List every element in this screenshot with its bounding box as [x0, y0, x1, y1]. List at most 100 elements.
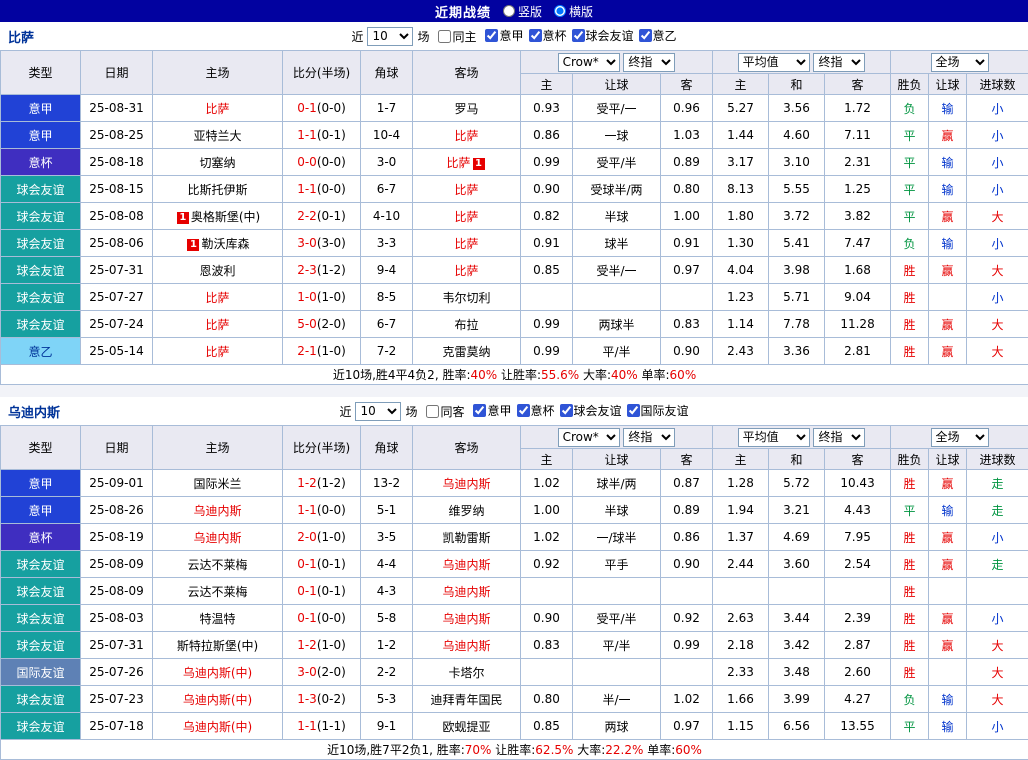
- league-checkbox[interactable]: [627, 404, 640, 417]
- league-checkbox[interactable]: [639, 29, 652, 42]
- home-team-cell: 斯特拉斯堡(中): [153, 632, 283, 659]
- avg-time-select[interactable]: 终指: [813, 428, 865, 447]
- league-filter[interactable]: 意杯: [524, 27, 567, 44]
- same-venue-filter[interactable]: 同客: [421, 403, 464, 420]
- halftime-score: (1-0): [317, 344, 346, 358]
- halftime-score: (0-0): [317, 155, 346, 169]
- league-checkbox[interactable]: [473, 404, 486, 417]
- halftime-score: (0-1): [317, 584, 346, 598]
- match-row: 球会友谊25-08-03特温特0-1(0-0)5-8乌迪内斯0.90受平/半0.…: [1, 605, 1028, 632]
- league-filter[interactable]: 球会友谊: [555, 402, 622, 419]
- avg-type-select[interactable]: 平均值: [738, 53, 810, 72]
- odds-handicap: [573, 659, 661, 686]
- avg-away: 7.11: [825, 122, 891, 149]
- result-wdl: 胜: [891, 632, 929, 659]
- match-type: 球会友谊: [1, 284, 81, 311]
- avg-home: 1.15: [713, 713, 769, 740]
- avg-home: 8.13: [713, 176, 769, 203]
- league-filter[interactable]: 意甲: [468, 402, 511, 419]
- odds-company-select[interactable]: Crow*: [558, 53, 620, 72]
- league-label: 意甲: [487, 402, 511, 419]
- result-goals: 小: [967, 524, 1028, 551]
- result-wdl: 胜: [891, 659, 929, 686]
- home-team-cell: 比萨: [153, 338, 283, 365]
- odds-away: 0.92: [661, 605, 713, 632]
- league-checkbox[interactable]: [572, 29, 585, 42]
- scope-select[interactable]: 全场: [931, 428, 989, 447]
- sub-goals-header: 进球数: [967, 449, 1028, 470]
- recent-count-select[interactable]: 10: [367, 27, 413, 46]
- halftime-score: (0-0): [317, 503, 346, 517]
- match-date: 25-08-06: [81, 230, 153, 257]
- result-wdl: 胜: [891, 311, 929, 338]
- avg-home: 1.28: [713, 470, 769, 497]
- team-label: 比萨: [454, 237, 478, 251]
- fulltime-score: 1-1: [297, 503, 317, 517]
- league-checkbox[interactable]: [517, 404, 530, 417]
- fulltime-score: 3-0: [297, 665, 317, 679]
- odds-company-select[interactable]: Crow*: [558, 428, 620, 447]
- result-wdl: 负: [891, 686, 929, 713]
- odds-away: [661, 284, 713, 311]
- odds-handicap: 半/一: [573, 686, 661, 713]
- team-label: 卡塔尔: [448, 666, 484, 680]
- team-name: 比萨: [8, 27, 34, 46]
- red-card-badge: 1: [473, 158, 485, 170]
- league-checkbox[interactable]: [529, 29, 542, 42]
- team-label: 乌迪内斯(中): [183, 666, 252, 680]
- league-filter[interactable]: 国际友谊: [622, 402, 689, 419]
- sub-wdl-header: 胜负: [891, 449, 929, 470]
- match-date: 25-08-18: [81, 149, 153, 176]
- halftime-score: (0-0): [317, 611, 346, 625]
- match-type: 球会友谊: [1, 257, 81, 284]
- halftime-score: (2-0): [317, 665, 346, 679]
- team-label: 比萨: [454, 129, 478, 143]
- fulltime-score: 0-1: [297, 584, 317, 598]
- same-venue-checkbox[interactable]: [438, 30, 451, 43]
- same-venue-checkbox[interactable]: [426, 405, 439, 418]
- summary-value: 22.2%: [605, 743, 643, 757]
- odds-time-select[interactable]: 终指: [623, 428, 675, 447]
- summary-value: 60%: [675, 743, 702, 757]
- avg-away: 7.95: [825, 524, 891, 551]
- match-type: 球会友谊: [1, 713, 81, 740]
- same-venue-filter[interactable]: 同主: [433, 28, 476, 45]
- result-handicap: [929, 659, 967, 686]
- odds-home: [521, 284, 573, 311]
- match-type: 意甲: [1, 122, 81, 149]
- match-date: 25-08-31: [81, 95, 153, 122]
- home-team-cell: 比斯托伊斯: [153, 176, 283, 203]
- fulltime-score: 0-0: [297, 155, 317, 169]
- match-date: 25-07-18: [81, 713, 153, 740]
- league-filter[interactable]: 意乙: [634, 27, 677, 44]
- halftime-score: (1-0): [317, 530, 346, 544]
- layout-option-horizontal[interactable]: 横版: [554, 3, 593, 20]
- team-label: 乌迪内斯(中): [183, 693, 252, 707]
- vertical-layout-radio[interactable]: [503, 5, 515, 17]
- layout-option-vertical[interactable]: 竖版: [503, 3, 542, 20]
- league-checkbox[interactable]: [560, 404, 573, 417]
- league-filter[interactable]: 球会友谊: [567, 27, 634, 44]
- league-filter[interactable]: 意杯: [512, 402, 555, 419]
- col-type-header: 类型: [1, 51, 81, 95]
- odds-handicap: 平/半: [573, 338, 661, 365]
- recent-count-select[interactable]: 10: [355, 402, 401, 421]
- match-type: 球会友谊: [1, 605, 81, 632]
- league-checkbox[interactable]: [485, 29, 498, 42]
- horizontal-layout-radio[interactable]: [554, 5, 566, 17]
- odds-handicap: 受球半/两: [573, 176, 661, 203]
- avg-away: 2.39: [825, 605, 891, 632]
- avg-time-select[interactable]: 终指: [813, 53, 865, 72]
- odds-away: 0.86: [661, 524, 713, 551]
- league-filter[interactable]: 意甲: [480, 27, 523, 44]
- avg-type-select[interactable]: 平均值: [738, 428, 810, 447]
- match-date: 25-08-09: [81, 578, 153, 605]
- odds-time-select[interactable]: 终指: [623, 53, 675, 72]
- summary-value: 40%: [611, 368, 638, 382]
- avg-home: 1.44: [713, 122, 769, 149]
- halftime-score: (1-1): [317, 719, 346, 733]
- match-row: 球会友谊25-07-18乌迪内斯(中)1-1(1-1)9-1欧蚬提亚0.85两球…: [1, 713, 1028, 740]
- summary-row: 近10场,胜7平2负1, 胜率:70% 让胜率:62.5% 大率:22.2% 单…: [1, 740, 1028, 760]
- avg-away: 1.68: [825, 257, 891, 284]
- scope-select[interactable]: 全场: [931, 53, 989, 72]
